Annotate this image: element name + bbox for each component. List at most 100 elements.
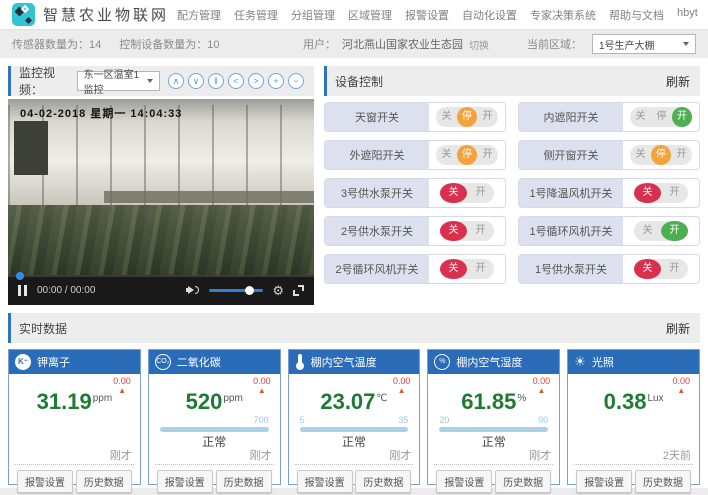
toggle-option-off[interactable]: 关: [436, 107, 457, 127]
toggle-option-on[interactable]: 开: [467, 259, 494, 279]
toggle-option-off[interactable]: 关: [630, 145, 651, 165]
alarm-settings-button[interactable]: 报警设置: [436, 470, 492, 493]
toggle-option-on[interactable]: 开: [467, 221, 494, 241]
sensor-range-area: 535: [295, 415, 414, 435]
sensor-cards: K⁺钾离子0.00▲31.19ppm刚才报警设置历史数据CO₂二氧化碳0.00▲…: [0, 343, 708, 485]
toggle-option-stop[interactable]: 停: [457, 107, 477, 127]
toggle-option-off[interactable]: 关: [634, 259, 661, 279]
alarm-settings-button[interactable]: 报警设置: [297, 470, 353, 493]
region-select-value: 1号生产大棚: [599, 37, 655, 52]
nav-item[interactable]: 配方管理: [177, 7, 221, 23]
nav-item[interactable]: 分组管理: [291, 7, 335, 23]
toggle-option-off[interactable]: 关: [634, 183, 661, 203]
history-data-button[interactable]: 历史数据: [76, 470, 132, 493]
ptz-pause-icon[interactable]: ‖: [208, 73, 224, 89]
user-name: 河北燕山国家农业生态园: [342, 36, 463, 52]
history-data-button[interactable]: 历史数据: [355, 470, 411, 493]
sensor-updated-time: 刚才: [155, 450, 274, 463]
sensor-updated-time: 刚才: [15, 450, 134, 463]
toggle-option-stop[interactable]: 停: [651, 145, 671, 165]
device-toggle[interactable]: 关停开: [436, 145, 498, 165]
sensor-card-header: %棚内空气湿度: [428, 350, 559, 374]
device-toggle[interactable]: 关停开: [630, 145, 692, 165]
alarm-settings-button[interactable]: 报警设置: [17, 470, 73, 493]
device-toggle[interactable]: 关停开: [436, 107, 498, 127]
nav-item[interactable]: hbyt: [677, 7, 698, 23]
ptz-pan-up-icon[interactable]: ∧: [168, 73, 184, 89]
ptz-zoom-in-icon[interactable]: +: [268, 73, 284, 89]
toggle-option-off[interactable]: 关: [436, 145, 457, 165]
toggle-option-off[interactable]: 关: [440, 259, 467, 279]
nav-item[interactable]: 区域管理: [348, 7, 392, 23]
sensor-unit: %: [517, 393, 526, 404]
status-bar: 传感器数量为：14 控制设备数量为：10 用户： 河北燕山国家农业生态园 切换 …: [0, 30, 708, 58]
ptz-pan-left-icon[interactable]: <: [228, 73, 244, 89]
ptz-pan-down-icon[interactable]: ∨: [188, 73, 204, 89]
toggle-option-on[interactable]: 开: [467, 183, 494, 203]
toggle-option-stop[interactable]: 停: [457, 145, 477, 165]
device-refresh-link[interactable]: 刷新: [666, 73, 690, 90]
toggle-option-on[interactable]: 开: [477, 107, 498, 127]
device-toggle[interactable]: 关开: [440, 183, 494, 203]
toggle-option-on[interactable]: 开: [672, 107, 692, 127]
toggle-option-off[interactable]: 关: [630, 107, 651, 127]
device-toggle[interactable]: 关开: [440, 259, 494, 279]
video-player[interactable]: 04-02-2018 星期一 14:04:33 00:00 / 00:00 ⚙: [8, 99, 314, 305]
nav-item[interactable]: 帮助与文档: [609, 7, 664, 23]
pause-icon[interactable]: [18, 285, 27, 296]
region-select[interactable]: 1号生产大棚: [592, 34, 696, 54]
sensor-card-header: K⁺钾离子: [9, 350, 140, 374]
device-control-section: 设备控制 刷新 天窗开关关停开内遮阳开关关停开外遮阳开关关停开侧开窗开关关停开3…: [324, 66, 700, 305]
nav-item[interactable]: 任务管理: [234, 7, 278, 23]
ptz-zoom-out-icon[interactable]: −: [288, 73, 304, 89]
device-toggle-cell: 关开: [429, 255, 505, 283]
ptz-pan-right-icon[interactable]: >: [248, 73, 264, 89]
nav-item[interactable]: 专家决策系统: [530, 7, 596, 23]
device-toggle[interactable]: 关开: [634, 221, 688, 241]
delta-number: 0.00: [253, 377, 271, 386]
toggle-option-off[interactable]: 关: [440, 221, 467, 241]
realtime-refresh-link[interactable]: 刷新: [666, 320, 690, 337]
toggle-option-on[interactable]: 开: [661, 183, 688, 203]
sensor-card-header: 棚内空气温度: [289, 350, 420, 374]
history-data-button[interactable]: 历史数据: [635, 470, 691, 493]
switch-user-link[interactable]: 切换: [469, 37, 489, 52]
nav-item[interactable]: 报警设置: [405, 7, 449, 23]
sensor-card: %棚内空气湿度0.00▲61.85%2090正常刚才报警设置历史数据: [427, 349, 560, 485]
progress-dot[interactable]: [16, 272, 24, 280]
device-toggle-cell: 关开: [429, 179, 505, 207]
sensor-card: CO₂二氧化碳0.00▲520ppm700正常刚才报警设置历史数据: [148, 349, 281, 485]
alarm-settings-button[interactable]: 报警设置: [157, 470, 213, 493]
toggle-option-stop[interactable]: 停: [651, 107, 672, 127]
device-toggle[interactable]: 关停开: [630, 107, 692, 127]
history-data-button[interactable]: 历史数据: [216, 470, 272, 493]
device-row: 1号降温风机开关关开: [518, 178, 700, 208]
range-max: 35: [398, 415, 408, 426]
device-row: 3号供水泵开关关开: [324, 178, 506, 208]
alarm-settings-button[interactable]: 报警设置: [576, 470, 632, 493]
device-toggle[interactable]: 关开: [634, 183, 688, 203]
sensor-card-body: 0.00▲520ppm700正常刚才报警设置历史数据: [149, 374, 280, 493]
toggle-option-off[interactable]: 关: [440, 183, 467, 203]
sensor-card-buttons: 报警设置历史数据: [15, 465, 134, 493]
sensor-status: 正常: [295, 435, 414, 450]
toggle-option-on[interactable]: 开: [477, 145, 498, 165]
device-toggle[interactable]: 关开: [634, 259, 688, 279]
device-toggle[interactable]: 关开: [440, 221, 494, 241]
settings-gear-icon[interactable]: ⚙: [272, 284, 284, 297]
device-label: 侧开窗开关: [519, 141, 623, 169]
toggle-option-off[interactable]: 关: [634, 221, 661, 241]
camera-select[interactable]: 东一区温室1监控: [77, 71, 160, 91]
nav-item[interactable]: 自动化设置: [462, 7, 517, 23]
co2-icon: CO₂: [155, 354, 171, 370]
volume-slider[interactable]: [209, 289, 263, 292]
toggle-option-on[interactable]: 开: [661, 259, 688, 279]
toggle-option-on[interactable]: 开: [661, 221, 688, 241]
fullscreen-icon[interactable]: [293, 285, 304, 296]
realtime-title: 实时数据: [19, 320, 67, 337]
delta-up-icon: ▲: [533, 386, 551, 395]
toggle-option-on[interactable]: 开: [671, 145, 692, 165]
volume-icon[interactable]: [186, 284, 200, 296]
sensor-status: [574, 435, 693, 450]
history-data-button[interactable]: 历史数据: [495, 470, 551, 493]
